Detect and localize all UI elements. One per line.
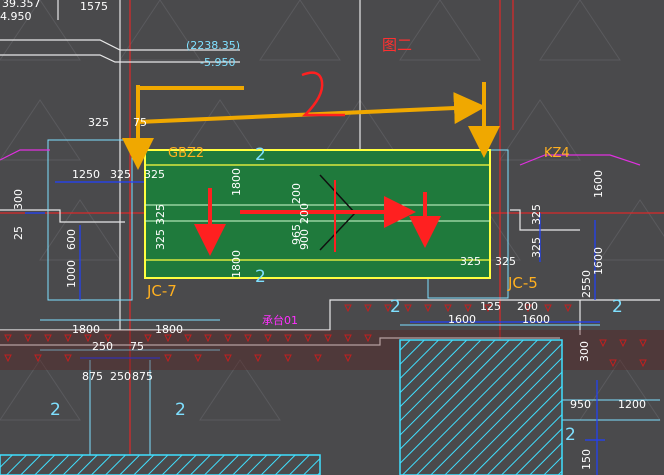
annotation-2: 2 bbox=[565, 425, 576, 445]
elevation-top-2: 4.950 bbox=[0, 10, 32, 23]
label-jc5: JC-5 bbox=[507, 274, 538, 292]
dim-325-c: 325 bbox=[460, 255, 481, 268]
elevation-value: -5.950 bbox=[200, 56, 235, 69]
dim-75: 75 bbox=[133, 116, 147, 129]
dim-325-d: 325 bbox=[495, 255, 516, 268]
dim-2550: 2550 bbox=[580, 270, 593, 298]
dim-250-b: 250 bbox=[110, 370, 131, 383]
elevation-paren: (2238.35) bbox=[186, 39, 240, 52]
dim-875-b: 875 bbox=[132, 370, 153, 383]
dim-325-v-a: 325 bbox=[154, 204, 167, 225]
dim-200-b: 200 bbox=[298, 203, 311, 224]
dim-1800-v-bot: 1800 bbox=[230, 250, 243, 278]
dim-875-a: 875 bbox=[82, 370, 103, 383]
dim-125: 125 bbox=[480, 300, 501, 313]
dim-1800-v-top: 1800 bbox=[230, 168, 243, 196]
dim-1200: 1200 bbox=[618, 398, 646, 411]
dim-325-b: 325 bbox=[144, 168, 165, 181]
dim-325-v-d: 325 bbox=[530, 237, 543, 258]
grid-2-d: 2 bbox=[612, 297, 623, 317]
label-kz4: KZ4 bbox=[544, 146, 570, 161]
grid-2-c: 2 bbox=[390, 297, 401, 317]
dim-325-v-b: 325 bbox=[154, 229, 167, 250]
grid-2-b: 2 bbox=[255, 267, 266, 287]
dim-900: 900 bbox=[298, 229, 311, 250]
dim-1600-v-b: 1600 bbox=[592, 247, 605, 275]
handwritten-2 bbox=[301, 71, 345, 117]
dim-1600-b: 1600 bbox=[522, 313, 550, 326]
dim-325-a: 325 bbox=[110, 168, 131, 181]
cad-drawing: 39.357 4.950 1575 (2238.35) -5.950 图二 32… bbox=[0, 0, 664, 475]
dim-25: 25 bbox=[12, 226, 25, 240]
dim-1250: 1250 bbox=[72, 168, 100, 181]
dim-200-a: 200 bbox=[290, 183, 303, 204]
dim-325-v-c: 325 bbox=[530, 204, 543, 225]
cad-drawing-canvas: 39.357 4.950 1575 (2238.35) -5.950 图二 32… bbox=[0, 0, 664, 475]
dim-950: 950 bbox=[570, 398, 591, 411]
dim-1600-a: 1600 bbox=[448, 313, 476, 326]
label-jc7: JC-7 bbox=[146, 282, 177, 300]
dim-1800-a: 1800 bbox=[72, 323, 100, 336]
dim-1600-v: 1600 bbox=[592, 170, 605, 198]
label-gbz2: GBZ2 bbox=[168, 146, 204, 161]
dim-1000: 1000 bbox=[65, 260, 78, 288]
dim-150: 150 bbox=[580, 449, 593, 470]
dim-200-c: 200 bbox=[517, 300, 538, 313]
dim-1800-b: 1800 bbox=[155, 323, 183, 336]
dim-325-top: 325 bbox=[88, 116, 109, 129]
grid-2-f: 2 bbox=[175, 400, 186, 420]
dim-300: 300 bbox=[12, 189, 25, 210]
elevation-top-1: 39.357 bbox=[2, 0, 41, 10]
dim-1575: 1575 bbox=[80, 0, 108, 13]
dim-75-b: 75 bbox=[130, 340, 144, 353]
dim-250: 250 bbox=[92, 340, 113, 353]
figure-label: 图二 bbox=[382, 36, 412, 54]
grid-2-a: 2 bbox=[255, 145, 266, 165]
soil-band bbox=[0, 304, 664, 370]
magenta-outline bbox=[0, 149, 50, 161]
magenta-label: 承台01 bbox=[262, 313, 298, 327]
dim-600: 600 bbox=[65, 229, 78, 250]
grid-2-e: 2 bbox=[50, 400, 61, 420]
dim-300-b: 300 bbox=[578, 341, 591, 362]
